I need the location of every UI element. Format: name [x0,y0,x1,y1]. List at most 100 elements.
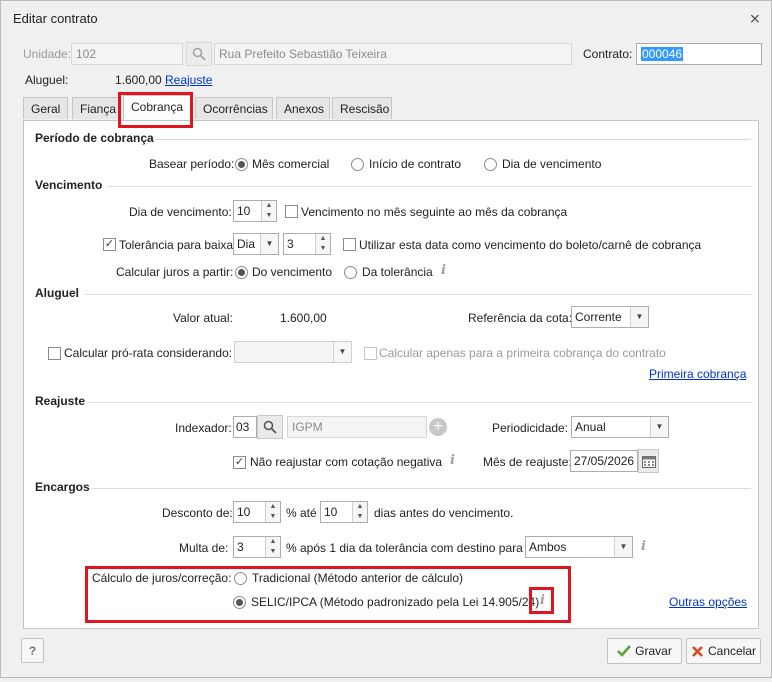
desconto-stepper[interactable]: 10 ▲ ▼ [233,501,281,523]
aluguel-heading: Aluguel [35,286,79,300]
stepper-arrows[interactable]: ▲ ▼ [352,502,367,522]
chevron-down-icon[interactable]: ▼ [333,342,351,362]
mes-reajuste-input[interactable]: 27/05/2026 [570,450,638,472]
periodicidade-select[interactable]: Anual ▼ [571,416,669,438]
close-icon[interactable]: ⨯ [749,10,761,27]
tolerancia-unit-select[interactable]: Dia ▼ [233,233,279,255]
destino-select[interactable]: Ambos ▼ [525,536,633,558]
radio-mes-comercial[interactable] [235,158,248,171]
desconto-label: Desconto de: [162,506,233,520]
radio-da-tolerancia[interactable] [344,266,357,279]
chevron-down-icon[interactable]: ▼ [630,307,648,327]
selic-ipca-label: SELIC/IPCA (Método padronizado pela Lei … [251,595,540,609]
info-icon[interactable]: i [641,539,646,554]
edit-contract-dialog: Editar contrato ⨯ Unidade: 102 Rua Prefe… [0,0,772,678]
indexador-name-input[interactable]: IGPM [287,416,427,438]
checkmark-icon [617,645,632,657]
primeira-cobranca-link[interactable]: Primeira cobrança [649,367,746,381]
tolerancia-label: Tolerância para baixa: [119,238,237,252]
aluguel-divider [85,294,751,295]
do-vencimento-label: Do vencimento [252,265,333,279]
tolerancia-unit-value: Dia [237,237,256,251]
unidade-label: Unidade: [23,47,72,61]
calculo-label: Cálculo de juros/correção: [92,571,232,585]
gravar-button[interactable]: Gravar [607,638,682,664]
dias-antes-label: dias antes do vencimento. [374,506,514,520]
dia-vencimento-label: Dia de vencimento [502,157,602,171]
tab-rescisao[interactable]: Rescisão [332,97,392,119]
indexador-code-input[interactable]: 03 [233,416,257,438]
title-bar: Editar contrato ⨯ [1,1,771,35]
calendar-icon [641,455,656,468]
ate-stepper[interactable]: 10 ▲ ▼ [320,501,368,523]
cancel-x-icon [692,645,703,657]
stepper-arrows[interactable]: ▲ ▼ [315,234,330,254]
stepper-arrows[interactable]: ▲ ▼ [261,201,276,221]
info-icon[interactable]: i [540,593,545,608]
unidade-search-button[interactable] [186,42,212,66]
indexador-label: Indexador: [175,421,232,435]
add-icon[interactable]: + [429,418,447,436]
multa-stepper[interactable]: 3 ▲ ▼ [233,536,281,558]
cancelar-label: Cancelar [707,644,757,658]
tolerancia-value: 3 [287,237,294,251]
da-tolerancia-label: Da tolerância [362,265,433,279]
outras-opcoes-link[interactable]: Outras opções [669,595,747,609]
apenas-primeira-checkbox[interactable] [364,347,377,360]
radio-inicio-contrato[interactable] [351,158,364,171]
vencimento-heading: Vencimento [35,178,103,192]
tab-ocorrencias[interactable]: Ocorrências [195,97,273,119]
stepper-arrows[interactable]: ▲ ▼ [265,502,280,522]
dia-vencimento-stepper[interactable]: 10 ▲ ▼ [233,200,277,222]
info-icon[interactable]: i [441,263,446,278]
tab-anexos[interactable]: Anexos [276,97,330,119]
indexador-search-button[interactable] [257,415,283,439]
nao-reajustar-checkbox[interactable]: ✓ [233,456,246,469]
info-icon[interactable]: i [450,453,455,468]
radio-selic-ipca[interactable] [233,596,246,609]
search-icon [263,420,277,434]
periodo-heading: Período de cobrança [35,131,154,145]
utilizar-data-checkbox[interactable] [343,238,356,251]
apenas-primeira-label: Calcular apenas para a primeira cobrança… [379,346,666,360]
tab-fianca[interactable]: Fiança [72,97,119,119]
chevron-down-icon[interactable]: ▼ [260,234,278,254]
ate-value: 10 [324,505,338,519]
ate-label: % até [286,506,317,520]
mes-comercial-label: Mês comercial [252,157,330,171]
radio-do-vencimento[interactable] [235,266,248,279]
contrato-value: 000046 [641,47,684,61]
destino-value: Ambos [529,540,567,554]
valor-atual-label: Valor atual: [173,311,233,325]
tab-geral[interactable]: Geral [23,97,68,119]
reajuste-divider [89,402,751,403]
stepper-arrows[interactable]: ▲ ▼ [265,537,280,557]
dia-vencimento-value: 10 [237,204,251,218]
mes-reajuste-label: Mês de reajuste: [483,455,572,469]
prorata-select[interactable]: ▼ [234,341,352,363]
contrato-input[interactable]: 000046 [636,43,762,65]
reajuste-link[interactable]: Reajuste [165,73,212,87]
periodicidade-value: Anual [575,420,606,434]
address-input[interactable]: Rua Prefeito Sebastião Teixeira [214,43,572,65]
tolerancia-checkbox[interactable]: ✓ [103,238,116,251]
tolerancia-stepper[interactable]: 3 ▲ ▼ [283,233,331,255]
dia-venc-label: Dia de vencimento: [129,205,232,219]
cancelar-button[interactable]: Cancelar [686,638,761,664]
nao-reajustar-label: Não reajustar com cotação negativa [250,455,443,469]
unidade-input[interactable]: 102 [71,43,183,65]
multa-label: Multa de: [179,541,229,555]
chevron-down-icon[interactable]: ▼ [614,537,632,557]
referencia-select[interactable]: Corrente ▼ [571,306,649,328]
referencia-value: Corrente [575,310,622,324]
radio-dia-vencimento[interactable] [484,158,497,171]
mes-seguinte-checkbox[interactable] [285,205,298,218]
calendar-button[interactable] [638,449,659,473]
chevron-down-icon[interactable]: ▼ [650,417,668,437]
help-button[interactable]: ? [21,638,44,663]
prorata-checkbox[interactable] [48,347,61,360]
tab-cobranca[interactable]: Cobrança [123,95,193,121]
inicio-contrato-label: Início de contrato [369,157,462,171]
utilizar-data-label: Utilizar esta data como vencimento do bo… [359,238,702,252]
radio-tradicional[interactable] [234,572,247,585]
